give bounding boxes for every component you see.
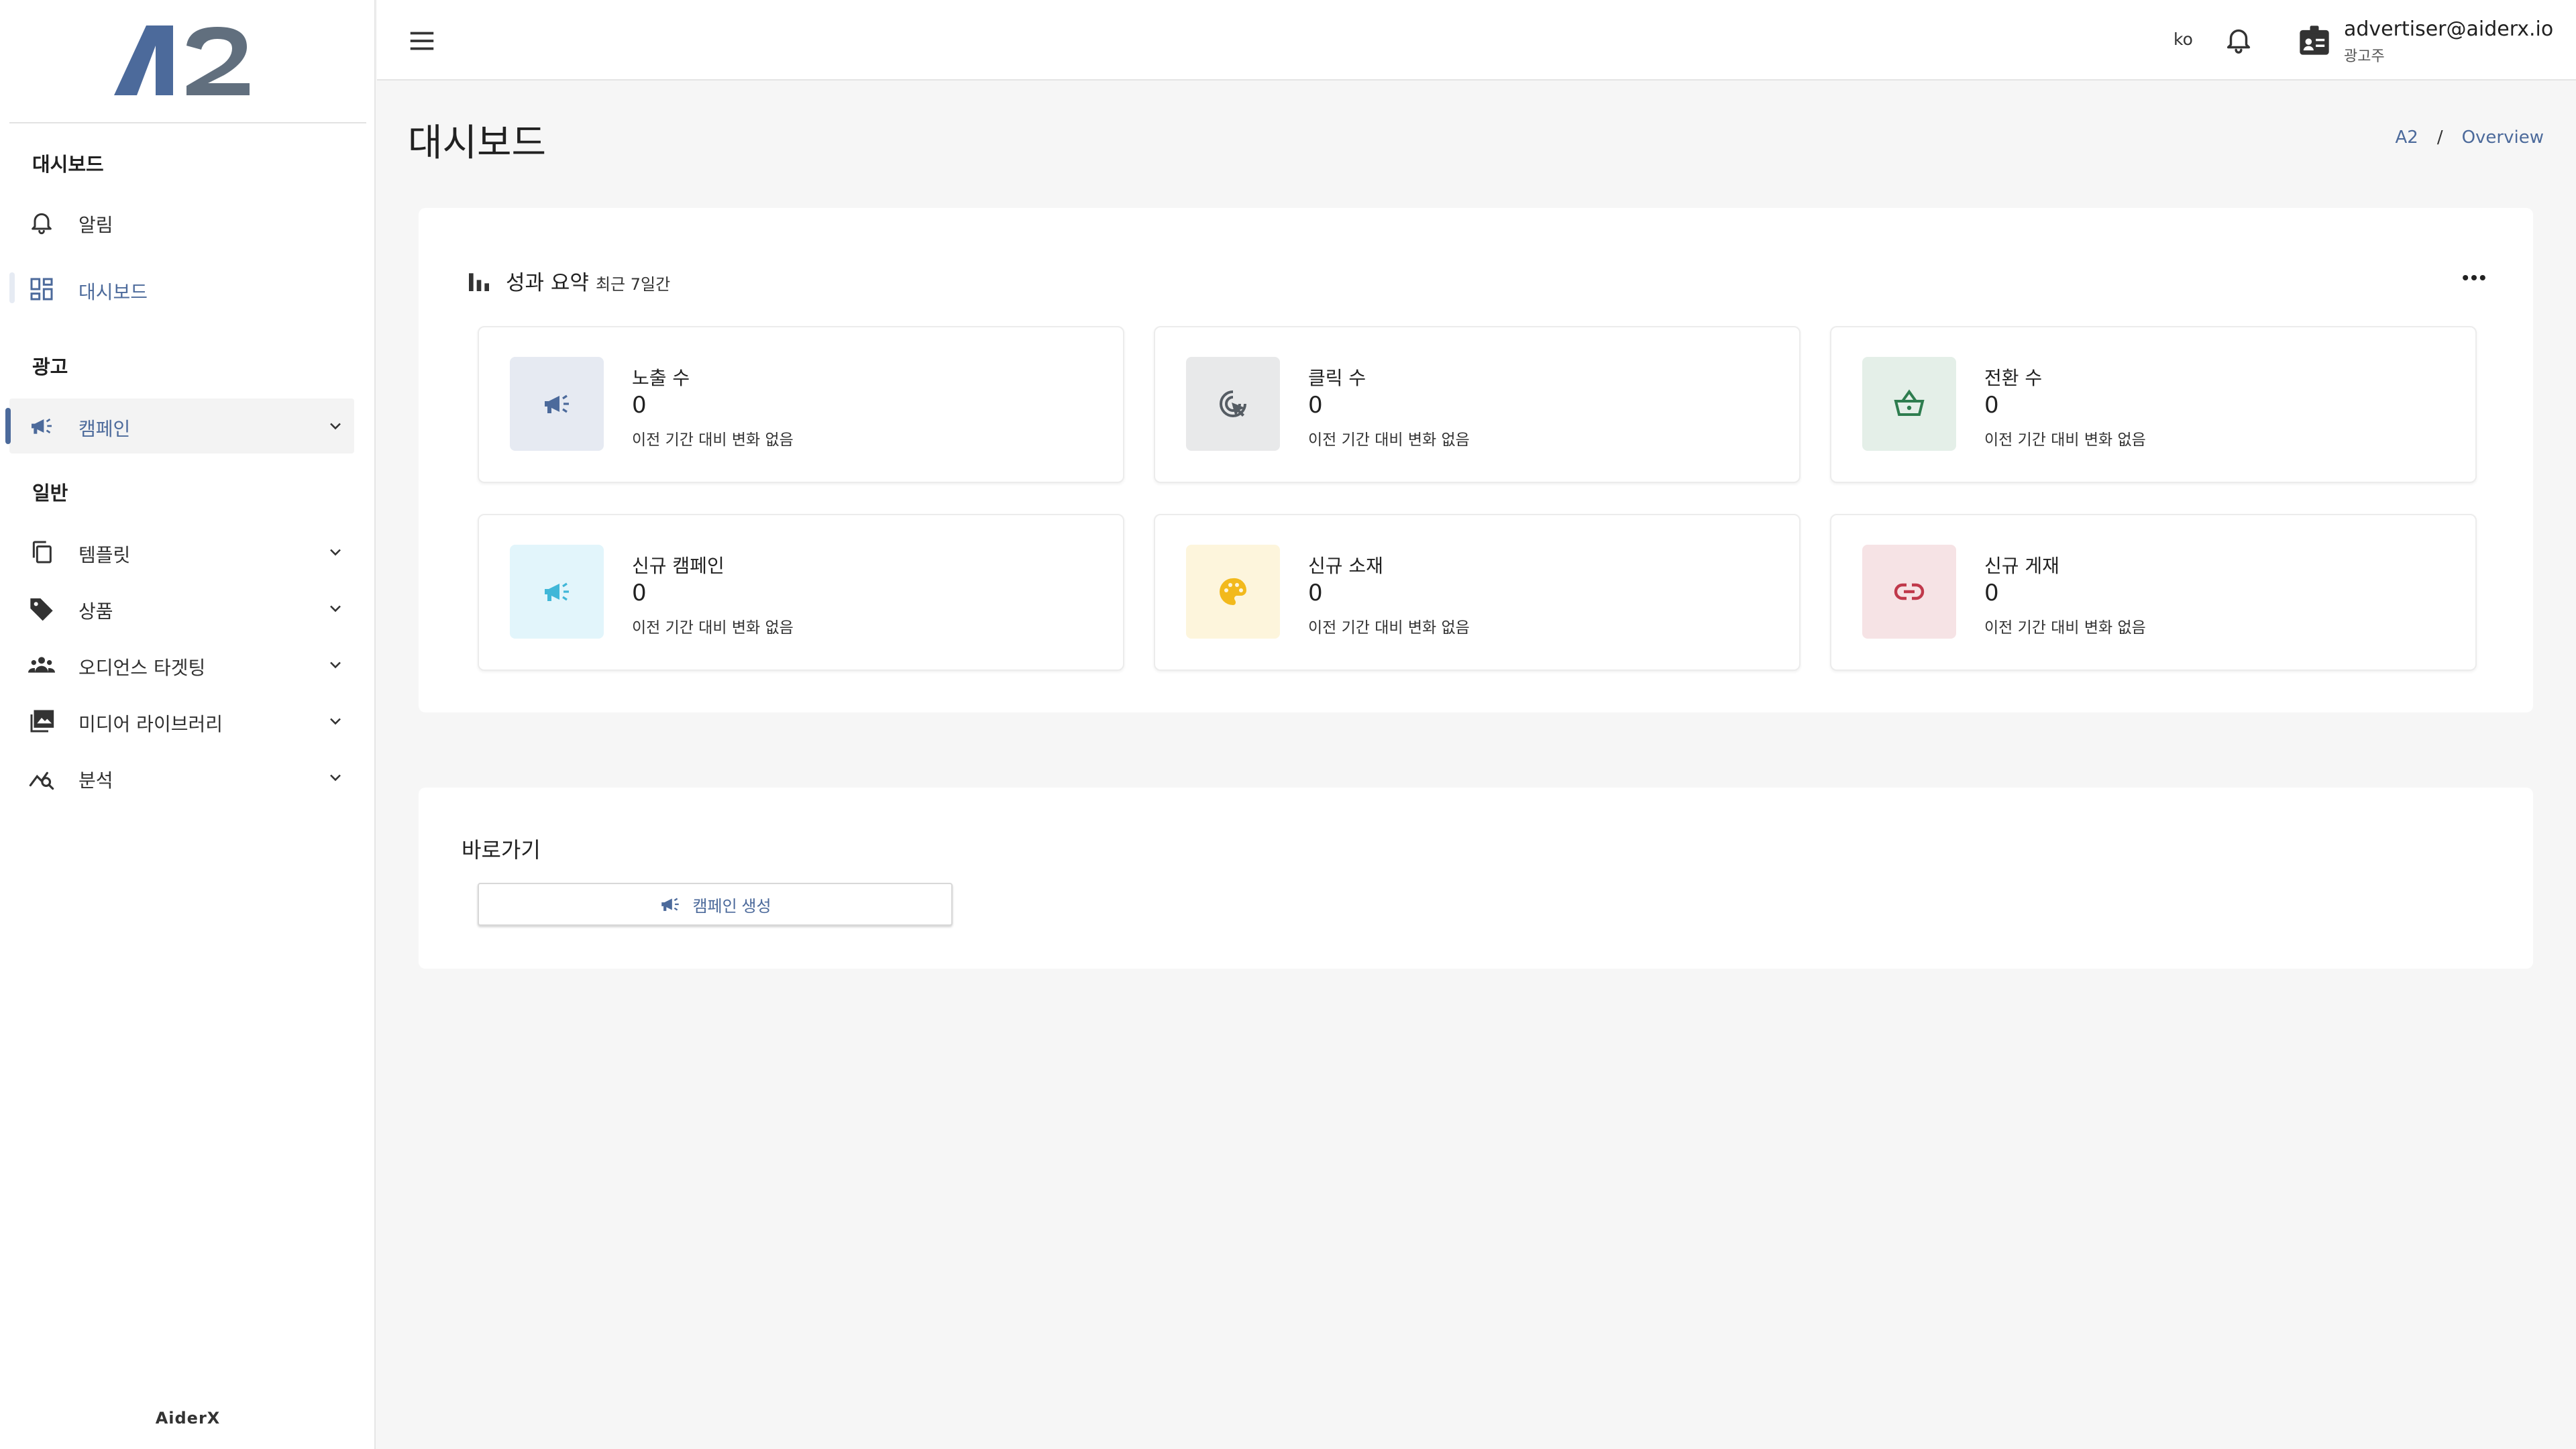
stat-value: 0	[632, 392, 647, 419]
sidebar-item-label: 미디어 라이브러리	[78, 713, 223, 735]
sidebar-item-media-library[interactable]: 미디어 라이브러리	[9, 694, 354, 749]
stat-icon-badge	[1186, 357, 1280, 451]
stat-change: 이전 기간 대비 변화 없음	[1308, 431, 1470, 449]
click-cursor-icon	[1220, 390, 1246, 417]
stat-card-new-campaigns[interactable]: 신규 캠페인 0 이전 기간 대비 변화 없음	[478, 514, 1124, 671]
sidebar-item-label: 대시보드	[78, 281, 148, 303]
sidebar-item-label: 분석	[78, 769, 113, 792]
notification-bell-icon[interactable]	[2223, 24, 2254, 55]
stat-card-new-placements[interactable]: 신규 게재 0 이전 기간 대비 변화 없음	[1830, 514, 2477, 671]
sidebar-item-products[interactable]: 상품	[9, 581, 354, 636]
copy-icon	[32, 541, 52, 564]
analytics-icon	[29, 771, 54, 790]
sidebar-item-audience-targeting[interactable]: 오디언스 타겟팅	[9, 637, 354, 692]
bell-icon	[32, 213, 52, 235]
sidebar-item-alerts[interactable]: 알림	[9, 195, 354, 250]
tag-icon	[30, 598, 53, 621]
stat-icon-badge	[1862, 357, 1956, 451]
breadcrumb: A2 / Overview	[2395, 127, 2544, 148]
section-title-general: 일반	[32, 482, 68, 504]
active-indicator	[5, 408, 11, 444]
stat-label: 전환 수	[1984, 367, 2043, 389]
stat-change: 이전 기간 대비 변화 없음	[632, 619, 794, 637]
stat-icon-badge	[510, 545, 604, 639]
chevron-down-icon[interactable]	[326, 543, 345, 561]
sidebar-item-campaign[interactable]: 캠페인	[9, 398, 354, 453]
summary-title: 성과 요약	[506, 271, 589, 295]
sidebar-item-label: 상품	[78, 600, 113, 623]
sidebar-item-analytics[interactable]: 분석	[9, 750, 354, 805]
section-title-dashboard: 대시보드	[32, 153, 104, 176]
chevron-down-icon[interactable]	[326, 417, 345, 435]
stat-card-impressions[interactable]: 노출 수 0 이전 기간 대비 변화 없음	[478, 326, 1124, 483]
create-campaign-label: 캠페인 생성	[692, 897, 771, 916]
stat-value: 0	[1984, 580, 1999, 606]
shortcuts-card: 바로가기 캠페인 생성	[419, 788, 2533, 969]
megaphone-icon	[545, 582, 569, 601]
page-title: 대시보드	[408, 121, 547, 165]
breadcrumb-current[interactable]: Overview	[2462, 127, 2544, 148]
sidebar-item-label: 알림	[78, 214, 113, 236]
stat-change: 이전 기간 대비 변화 없음	[1984, 619, 2146, 637]
stat-value: 0	[632, 580, 647, 606]
user-email[interactable]: advertiser@aiderx.io	[2344, 17, 2553, 41]
stat-label: 클릭 수	[1308, 367, 1366, 389]
shortcuts-title: 바로가기	[462, 837, 541, 863]
chevron-down-icon[interactable]	[326, 768, 345, 787]
stat-change: 이전 기간 대비 변화 없음	[632, 431, 794, 449]
sidebar-item-label: 템플릿	[78, 544, 131, 566]
stat-value: 0	[1984, 392, 1999, 419]
sidebar-item-templates[interactable]: 템플릿	[9, 525, 354, 580]
topbar: ko advertiser@aiderx.io 광고주	[377, 0, 2576, 80]
stat-value: 0	[1308, 580, 1323, 606]
language-selector[interactable]: ko	[2174, 30, 2193, 49]
bar-chart-icon	[469, 272, 489, 291]
stat-label: 신규 소재	[1308, 555, 1383, 577]
basket-icon	[1894, 389, 1925, 416]
user-role: 광고주	[2344, 48, 2385, 65]
create-campaign-button[interactable]: 캠페인 생성	[478, 883, 953, 926]
stat-icon-badge	[510, 357, 604, 451]
stat-icon-badge	[1186, 545, 1280, 639]
users-icon	[28, 657, 55, 673]
logo-divider	[9, 122, 366, 123]
megaphone-icon	[661, 898, 680, 911]
stat-card-clicks[interactable]: 클릭 수 0 이전 기간 대비 변화 없음	[1154, 326, 1801, 483]
performance-summary-card: 성과 요약 최근 7일간 노출 수 0 이전 기간 대비 변화 없음 클릭 수 …	[419, 208, 2533, 712]
more-options-icon[interactable]	[2459, 263, 2489, 292]
stat-icon-badge	[1862, 545, 1956, 639]
a2-logo[interactable]	[114, 25, 262, 99]
stat-value: 0	[1308, 392, 1323, 419]
megaphone-icon	[545, 394, 569, 413]
dashboard-grid-icon	[30, 278, 53, 301]
chevron-down-icon[interactable]	[326, 599, 345, 618]
palette-icon	[1220, 578, 1247, 605]
breadcrumb-separator: /	[2436, 127, 2443, 148]
summary-header: 성과 요약 최근 7일간	[466, 266, 670, 296]
stat-change: 이전 기간 대비 변화 없음	[1308, 619, 1470, 637]
sidebar-item-label: 오디언스 타겟팅	[78, 657, 206, 679]
stat-card-conversions[interactable]: 전환 수 0 이전 기간 대비 변화 없음	[1830, 326, 2477, 483]
breadcrumb-home-link[interactable]: A2	[2395, 127, 2418, 148]
stat-card-new-creatives[interactable]: 신규 소재 0 이전 기간 대비 변화 없음	[1154, 514, 1801, 671]
sidebar-item-label: 캠페인	[78, 418, 131, 440]
link-icon	[1894, 583, 1925, 600]
menu-icon[interactable]	[407, 25, 437, 56]
megaphone-icon	[32, 418, 52, 434]
stat-change: 이전 기간 대비 변화 없음	[1984, 431, 2146, 449]
summary-period: 최근 7일간	[595, 275, 671, 294]
stat-label: 신규 게재	[1984, 555, 2059, 577]
chevron-down-icon[interactable]	[326, 655, 345, 674]
user-badge-icon[interactable]	[2297, 23, 2332, 58]
section-title-ads: 광고	[32, 356, 68, 378]
stat-label: 노출 수	[632, 367, 690, 389]
stat-label: 신규 캠페인	[632, 555, 724, 577]
footer-brand: AiderX	[155, 1409, 221, 1428]
sidebar-item-dashboard[interactable]: 대시보드	[9, 262, 354, 317]
chevron-down-icon[interactable]	[326, 712, 345, 731]
media-library-icon	[30, 710, 54, 733]
sidebar: 대시보드 알림 대시보드 광고 캠페인 일반 템플릿 상품 오디언스 타겟팅 미…	[0, 0, 376, 1449]
